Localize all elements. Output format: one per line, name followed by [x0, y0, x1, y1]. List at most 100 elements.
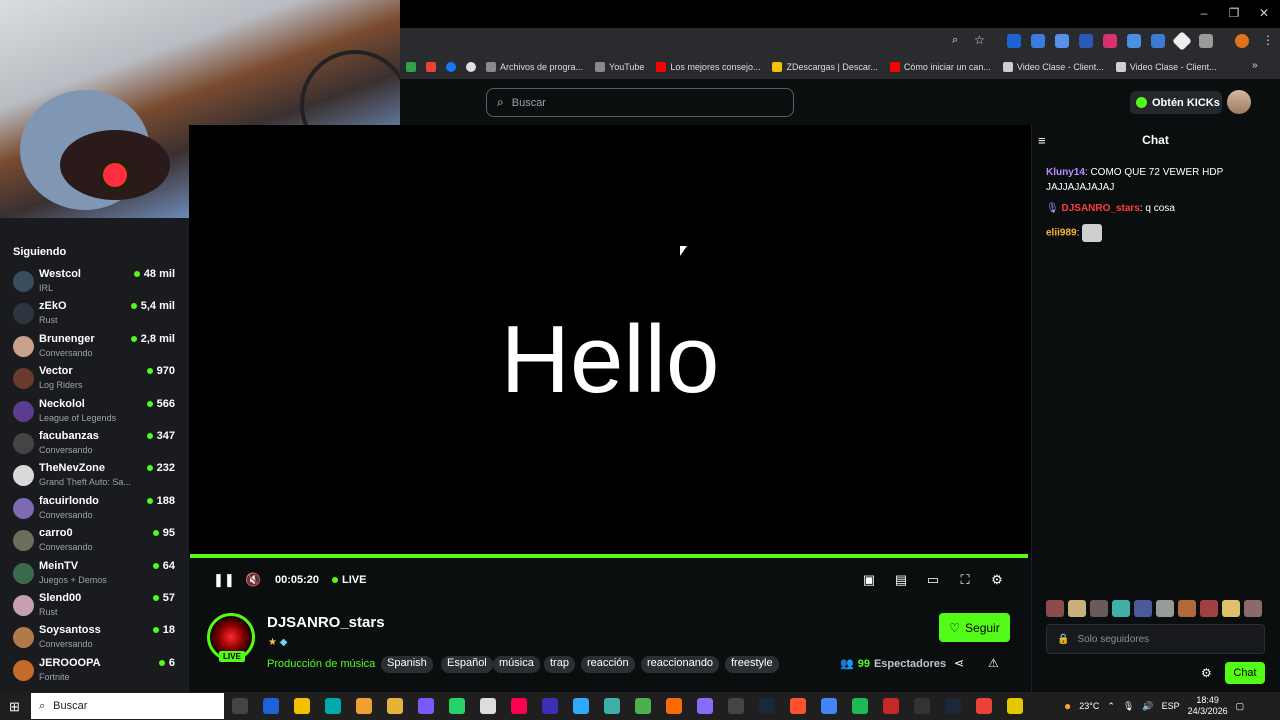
chat-username[interactable]: elii989: [1046, 228, 1077, 239]
puzzle-icon[interactable]: [1199, 34, 1213, 48]
taskbar-app-icon[interactable]: [356, 698, 372, 714]
sidebar-item-facuirlondo[interactable]: facuirlondo Conversando 188: [0, 495, 189, 527]
notifications-icon[interactable]: ▢: [1236, 701, 1245, 712]
extension-icon[interactable]: [1151, 34, 1165, 48]
emote-icon[interactable]: [1090, 600, 1108, 617]
taskbar-app-icon[interactable]: [790, 698, 806, 714]
language-indicator[interactable]: ESP: [1162, 701, 1180, 711]
taskbar-app-icon[interactable]: [263, 698, 279, 714]
sidebar-item-slend00[interactable]: Slend00 Rust 57: [0, 592, 189, 624]
taskbar-app-icon[interactable]: [480, 698, 496, 714]
taskbar-app-icon[interactable]: [573, 698, 589, 714]
clock[interactable]: 18:49 24/3/2026: [1188, 695, 1228, 717]
taskbar-app-icon[interactable]: [728, 698, 744, 714]
taskbar-app-icon[interactable]: [666, 698, 682, 714]
sidebar-item-thenevzone[interactable]: TheNevZone Grand Theft Auto: Sa... 232: [0, 462, 189, 494]
taskbar-app-icon[interactable]: [635, 698, 651, 714]
emote-icon[interactable]: [1200, 600, 1218, 617]
sidebar-item-facubanzas[interactable]: facubanzas Conversando 347: [0, 430, 189, 462]
temperature[interactable]: 23°C: [1079, 701, 1099, 711]
chat-username[interactable]: DJSANRO_stars: [1061, 203, 1139, 214]
extension-icon[interactable]: [1103, 34, 1117, 48]
chat-settings-icon[interactable]: ⚙: [1201, 666, 1212, 680]
sidebar-item-carro0[interactable]: carro0 Conversando 95: [0, 527, 189, 559]
facebook-icon[interactable]: [446, 62, 456, 72]
gmail-icon[interactable]: [426, 62, 436, 72]
bookmark-item[interactable]: Video Clase - Client...: [1115, 62, 1217, 72]
taskbar-app-icon[interactable]: [387, 698, 403, 714]
settings-gear-icon[interactable]: ⚙: [989, 572, 1005, 588]
tag-chip[interactable]: Spanish: [381, 656, 433, 673]
mute-icon[interactable]: 🔇: [245, 572, 261, 588]
search-input[interactable]: ⌕ Buscar: [486, 88, 794, 117]
bookmark-item[interactable]: Video Clase - Client...: [1002, 62, 1104, 72]
share-icon[interactable]: ⋖: [954, 656, 964, 670]
maximize-icon[interactable]: ❐: [1224, 6, 1244, 20]
tag-chip[interactable]: freestyle: [725, 656, 779, 673]
bookmarks-overflow-icon[interactable]: »: [1252, 60, 1258, 71]
chevron-up-icon[interactable]: ⌃: [1107, 701, 1115, 712]
user-avatar[interactable]: [1227, 90, 1251, 114]
get-kicks-button[interactable]: Obtén KICKs: [1130, 91, 1222, 114]
tag-chip[interactable]: Español: [441, 656, 493, 673]
emote-icon[interactable]: [1068, 600, 1086, 617]
taskbar-app-icon[interactable]: [1007, 698, 1023, 714]
bookmark-icon[interactable]: [406, 62, 416, 72]
bookmark-item[interactable]: YouTube: [595, 62, 644, 72]
channel-name[interactable]: DJSANRO_stars: [267, 614, 385, 631]
taskbar-app-icon[interactable]: [945, 698, 961, 714]
taskbar-app-icon[interactable]: [852, 698, 868, 714]
sidebar-item-brunenger[interactable]: Brunenger Conversando 2,8 mil: [0, 333, 189, 365]
menu-icon[interactable]: ⋮: [1262, 33, 1274, 47]
minimize-icon[interactable]: –: [1194, 6, 1214, 20]
profile-icon[interactable]: [1235, 34, 1249, 48]
volume-icon[interactable]: 🔊: [1142, 701, 1153, 712]
taskbar-app-icon[interactable]: [914, 698, 930, 714]
live-indicator[interactable]: LIVE: [332, 574, 366, 586]
address-bar[interactable]: [400, 28, 1280, 55]
report-warning-icon[interactable]: ⚠: [988, 656, 999, 670]
tag-chip[interactable]: reacción: [581, 656, 635, 673]
sidebar-item-vector[interactable]: Vector Log Riders 970: [0, 365, 189, 397]
bookmark-item[interactable]: Cómo iniciar un can...: [889, 62, 991, 72]
chat-input[interactable]: 🔒 Solo seguidores: [1046, 624, 1265, 654]
stream-category-link[interactable]: Producción de música: [267, 658, 375, 670]
taskbar-app-icon[interactable]: [294, 698, 310, 714]
windows-start-icon[interactable]: ⊞: [9, 699, 20, 715]
taskbar-app-icon[interactable]: [232, 698, 248, 714]
extension-icon[interactable]: [1079, 34, 1093, 48]
taskbar-app-icon[interactable]: [604, 698, 620, 714]
miniplayer-icon[interactable]: ▣: [861, 572, 877, 588]
pause-icon[interactable]: ❚❚: [213, 572, 235, 588]
taskbar-app-icon[interactable]: [697, 698, 713, 714]
bookmark-icon[interactable]: [466, 62, 476, 72]
emote-icon[interactable]: [1046, 600, 1064, 617]
fullscreen-icon[interactable]: ⛶: [957, 572, 973, 588]
bookmark-item[interactable]: ZDescargas | Descar...: [772, 62, 878, 72]
follow-button[interactable]: ♡ Seguir: [939, 613, 1010, 642]
emote-icon[interactable]: [1112, 600, 1130, 617]
extension-icon[interactable]: [1055, 34, 1069, 48]
sidebar-item-meintv[interactable]: MeinTV Juegos + Demos 64: [0, 560, 189, 592]
chat-username[interactable]: Kluny14: [1046, 167, 1085, 178]
taskbar-search-input[interactable]: ⌕ Buscar: [31, 693, 224, 719]
taskbar-app-icon[interactable]: [511, 698, 527, 714]
extension-icon[interactable]: [1031, 34, 1045, 48]
sidebar-item-westcol[interactable]: Westcol IRL 48 mil: [0, 268, 189, 300]
emote-icon[interactable]: [1222, 600, 1240, 617]
emote-icon[interactable]: [1244, 600, 1262, 617]
emote-icon[interactable]: [1156, 600, 1174, 617]
sidebar-item-zeko[interactable]: zEkO Rust 5,4 mil: [0, 300, 189, 332]
bookmark-star-icon[interactable]: ☆: [974, 33, 985, 47]
sidebar-item-neckolol[interactable]: Neckolol League of Legends 566: [0, 398, 189, 430]
close-icon[interactable]: ✕: [1254, 6, 1274, 20]
tag-chip[interactable]: reaccionando: [641, 656, 720, 673]
sidebar-item-jerooopa[interactable]: JEROOOPA Fortnite 6: [0, 657, 189, 689]
tag-chip[interactable]: trap: [544, 656, 575, 673]
taskbar-app-icon[interactable]: [449, 698, 465, 714]
weather-icon[interactable]: ●: [1064, 699, 1071, 713]
cast-icon[interactable]: ▤: [893, 572, 909, 588]
extension-icon[interactable]: [1007, 34, 1021, 48]
taskbar-app-icon[interactable]: [542, 698, 558, 714]
zoom-icon[interactable]: ⌕: [952, 34, 958, 47]
